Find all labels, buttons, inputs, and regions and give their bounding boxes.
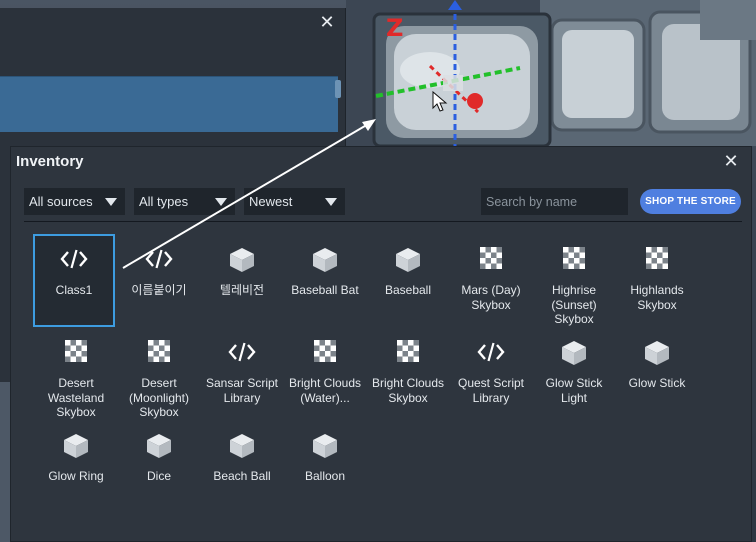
script-name-field[interactable]	[0, 76, 338, 132]
inventory-item[interactable]: Bright Clouds Skybox	[367, 328, 449, 405]
checker-icon	[61, 340, 91, 368]
inventory-item-label: Baseball	[384, 283, 432, 297]
inventory-item[interactable]: Balloon	[284, 421, 366, 484]
chevron-down-icon	[105, 198, 117, 206]
checker-icon	[559, 247, 589, 275]
inventory-item-label: Desert (Moonlight) Skybox	[128, 376, 190, 419]
sources-dropdown[interactable]: All sources	[24, 188, 125, 215]
close-icon[interactable]: ✕	[721, 151, 741, 173]
inventory-item[interactable]: Dice	[118, 421, 200, 484]
inventory-item[interactable]: Highrise (Sunset) Skybox	[533, 235, 615, 327]
checker-icon	[642, 247, 672, 275]
inventory-item[interactable]: Mars (Day) Skybox	[450, 235, 532, 312]
inventory-item[interactable]: Baseball	[367, 235, 449, 298]
inventory-title: Inventory	[16, 153, 84, 170]
inventory-toolbar: All sources All types Newest SHOP THE ST…	[24, 188, 744, 215]
inventory-item[interactable]: Glow Stick Light	[533, 328, 615, 405]
inventory-item[interactable]: Beach Ball	[201, 421, 283, 484]
inventory-item-label: Highrise (Sunset) Skybox	[551, 283, 597, 326]
inventory-item[interactable]: Sansar Script Library	[201, 328, 283, 405]
cube-icon	[310, 247, 340, 275]
inventory-item-label: Balloon	[304, 469, 346, 483]
inventory-item-label: Class1	[55, 283, 93, 297]
inventory-item-label: Quest Script Library	[457, 376, 525, 405]
inventory-item-label: 이름붙이기	[131, 283, 187, 297]
inventory-item[interactable]: Glow Stick	[616, 328, 698, 391]
cube-icon	[227, 247, 257, 275]
inventory-item-label: Highlands Skybox	[630, 283, 684, 312]
code-icon	[59, 247, 89, 275]
inventory-item-label: Glow Stick Light	[545, 376, 603, 405]
cube-icon	[559, 340, 589, 368]
inventory-item[interactable]: 텔레비전	[201, 235, 283, 298]
inventory-item-label: Glow Ring	[48, 469, 104, 483]
search-input[interactable]	[481, 188, 628, 215]
inventory-item[interactable]: Quest Script Library	[450, 328, 532, 405]
checker-icon	[393, 340, 423, 368]
inventory-item[interactable]: Glow Ring	[35, 421, 117, 484]
inventory-item[interactable]: Baseball Bat	[284, 235, 366, 298]
sources-dropdown-value: All sources	[29, 194, 93, 209]
cube-icon	[227, 433, 257, 461]
inventory-item-label: Desert Wasteland Skybox	[47, 376, 105, 419]
shop-the-store-button[interactable]: SHOP THE STORE	[640, 189, 741, 214]
inventory-item-label: Sansar Script Library	[205, 376, 279, 405]
checker-icon	[310, 340, 340, 368]
cube-icon	[642, 340, 672, 368]
inventory-item-label: Mars (Day) Skybox	[461, 283, 521, 312]
scrollbar-thumb[interactable]	[335, 80, 341, 98]
code-icon	[227, 340, 257, 368]
inventory-item-label: 텔레비전	[219, 283, 265, 297]
inventory-panel: Inventory ✕ All sources All types Newest…	[10, 146, 752, 542]
inventory-item[interactable]: Desert Wasteland Skybox	[35, 328, 117, 420]
script-window-header: ✕	[0, 8, 345, 39]
inventory-item[interactable]: Highlands Skybox	[616, 235, 698, 312]
toolbar-divider	[24, 221, 742, 222]
inventory-item-label: Bright Clouds (Water)...	[288, 376, 362, 405]
sort-dropdown-value: Newest	[249, 194, 293, 209]
code-icon	[476, 340, 506, 368]
types-dropdown-value: All types	[139, 194, 189, 209]
inventory-item-label: Dice	[146, 469, 171, 483]
inventory-item[interactable]: 이름붙이기	[118, 235, 200, 298]
sort-dropdown[interactable]: Newest	[244, 188, 345, 215]
checker-icon	[476, 247, 506, 275]
inventory-item[interactable]: Desert (Moonlight) Skybox	[118, 328, 200, 420]
cube-icon	[144, 433, 174, 461]
types-dropdown[interactable]: All types	[134, 188, 235, 215]
inventory-item[interactable]: Class1	[33, 234, 115, 327]
inventory-item-label: Glow Stick	[628, 376, 686, 390]
close-icon[interactable]: ✕	[317, 12, 337, 34]
inventory-item[interactable]: Bright Clouds (Water)...	[284, 328, 366, 405]
svg-text:Z: Z	[386, 14, 403, 42]
cube-icon	[61, 433, 91, 461]
checker-icon	[144, 340, 174, 368]
cube-icon	[393, 247, 423, 275]
inventory-item-label: Baseball Bat	[291, 283, 359, 297]
chevron-down-icon	[325, 198, 337, 206]
chevron-down-icon	[215, 198, 227, 206]
code-icon	[144, 247, 174, 275]
inventory-item-label: Bright Clouds Skybox	[371, 376, 445, 405]
inventory-item-label: Beach Ball	[213, 469, 271, 483]
cube-icon	[310, 433, 340, 461]
